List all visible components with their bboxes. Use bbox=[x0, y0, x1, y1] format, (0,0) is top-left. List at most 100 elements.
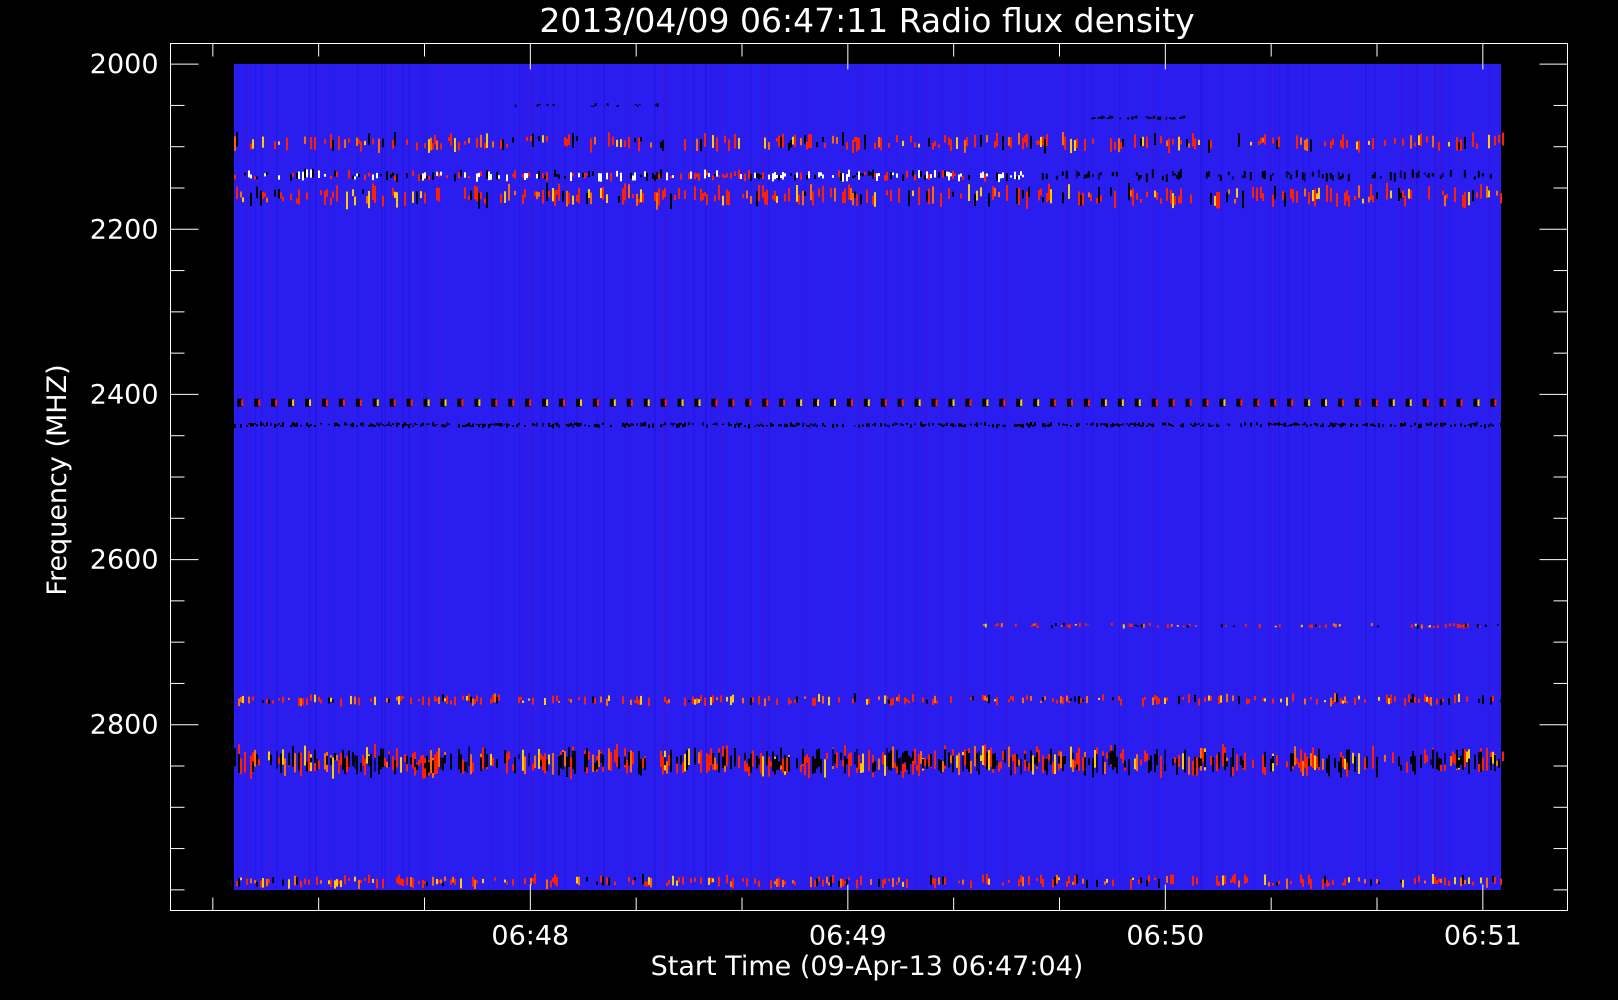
band-pixel bbox=[536, 174, 538, 179]
band-pixel bbox=[992, 186, 994, 200]
band-pixel bbox=[1262, 754, 1264, 774]
band-pixel bbox=[1314, 188, 1316, 207]
band-pixel bbox=[1064, 756, 1066, 764]
band-pixel bbox=[1414, 623, 1417, 627]
band-pixel bbox=[1062, 623, 1065, 627]
band-pixel bbox=[708, 877, 710, 885]
band-pixel bbox=[490, 423, 492, 426]
band-pixel bbox=[1078, 696, 1080, 704]
band-pixel bbox=[1008, 879, 1010, 883]
band-pixel bbox=[1414, 755, 1416, 775]
band-pixel bbox=[858, 171, 860, 180]
band-pixel bbox=[246, 878, 248, 885]
band-pixel bbox=[1070, 425, 1072, 427]
band-pixel bbox=[1154, 877, 1156, 881]
band-pixel bbox=[886, 172, 888, 181]
band-pixel bbox=[1144, 750, 1146, 762]
band-pixel bbox=[1010, 757, 1012, 771]
band-pixel bbox=[1285, 171, 1288, 179]
band-pixel bbox=[1010, 696, 1012, 700]
band-pixel bbox=[486, 754, 488, 767]
band-pixel bbox=[878, 696, 880, 700]
band-pixel bbox=[1173, 173, 1176, 176]
band-pixel bbox=[790, 140, 792, 148]
band-pixel bbox=[1482, 757, 1484, 771]
band-pixel bbox=[364, 140, 366, 146]
texture-column bbox=[456, 64, 457, 890]
band-pixel bbox=[1436, 423, 1438, 426]
band-pixel bbox=[412, 753, 414, 769]
band-pixel bbox=[1468, 758, 1470, 774]
band-pixel bbox=[500, 139, 502, 149]
band-pixel bbox=[372, 424, 374, 427]
band-pixel bbox=[854, 191, 856, 199]
band-pixel bbox=[648, 877, 650, 886]
band-pixel bbox=[1210, 140, 1212, 149]
band-pixel bbox=[772, 751, 774, 771]
band-pixel bbox=[744, 173, 746, 182]
band-pixel bbox=[596, 760, 598, 770]
band-pixel bbox=[1080, 195, 1082, 206]
band-pixel bbox=[1364, 699, 1366, 703]
texture-column bbox=[1065, 64, 1067, 890]
band-pixel bbox=[496, 171, 498, 180]
band-pixel bbox=[758, 185, 760, 202]
band-pixel bbox=[1198, 139, 1200, 145]
band-pixel bbox=[674, 194, 676, 201]
band-pixel bbox=[886, 747, 888, 767]
band-pixel bbox=[566, 756, 568, 777]
band-pixel bbox=[394, 132, 396, 146]
band-pixel bbox=[944, 170, 946, 177]
band-pixel bbox=[482, 747, 484, 769]
band-pixel bbox=[1268, 422, 1270, 427]
band-pixel bbox=[1032, 755, 1034, 775]
band-pixel bbox=[412, 191, 414, 203]
band-pixel bbox=[1260, 424, 1262, 428]
band-pixel bbox=[464, 424, 466, 428]
band-pixel bbox=[306, 169, 308, 178]
band-pixel bbox=[998, 424, 1000, 426]
band-pixel bbox=[968, 753, 970, 772]
band-pixel bbox=[244, 172, 246, 176]
band-pixel bbox=[1034, 757, 1036, 764]
band-pixel bbox=[612, 136, 614, 146]
band-pixel bbox=[1076, 752, 1078, 765]
band-pixel bbox=[838, 880, 840, 887]
band-pixel bbox=[704, 133, 706, 147]
band-pixel bbox=[746, 763, 748, 772]
band-pixel bbox=[1464, 880, 1466, 885]
band-pixel bbox=[914, 142, 916, 148]
band-pixel bbox=[942, 761, 944, 773]
band-pixel bbox=[1133, 116, 1136, 119]
band-pixel bbox=[814, 880, 816, 887]
band-pixel bbox=[1356, 141, 1358, 150]
band-pixel bbox=[684, 190, 686, 199]
band-pixel bbox=[544, 698, 546, 705]
band-pixel bbox=[926, 699, 928, 704]
band-pixel bbox=[438, 747, 440, 767]
band-pixel bbox=[798, 422, 800, 426]
band-pixel bbox=[1440, 878, 1442, 883]
band-pixel bbox=[1166, 697, 1168, 702]
band-pixel bbox=[1168, 422, 1170, 426]
band-pixel bbox=[1298, 762, 1300, 768]
band-pixel bbox=[602, 422, 604, 425]
band-pixel bbox=[622, 188, 624, 205]
band-pixel bbox=[828, 882, 830, 886]
band-pixel bbox=[902, 752, 904, 764]
band-pixel bbox=[788, 697, 790, 705]
band-pixel bbox=[1136, 193, 1138, 200]
band-pixel bbox=[776, 878, 778, 887]
band-pixel bbox=[1219, 175, 1222, 181]
band-pixel bbox=[888, 424, 890, 428]
band-pixel bbox=[726, 874, 728, 884]
band-pixel bbox=[728, 139, 730, 151]
band-pixel bbox=[294, 875, 296, 886]
band-pixel bbox=[248, 696, 250, 704]
band-pixel bbox=[1269, 175, 1272, 181]
band-pixel bbox=[708, 173, 710, 177]
band-pixel bbox=[1399, 170, 1402, 178]
band-pixel bbox=[1016, 188, 1018, 204]
band-pixel bbox=[630, 750, 632, 773]
band-pixel bbox=[1172, 874, 1174, 885]
